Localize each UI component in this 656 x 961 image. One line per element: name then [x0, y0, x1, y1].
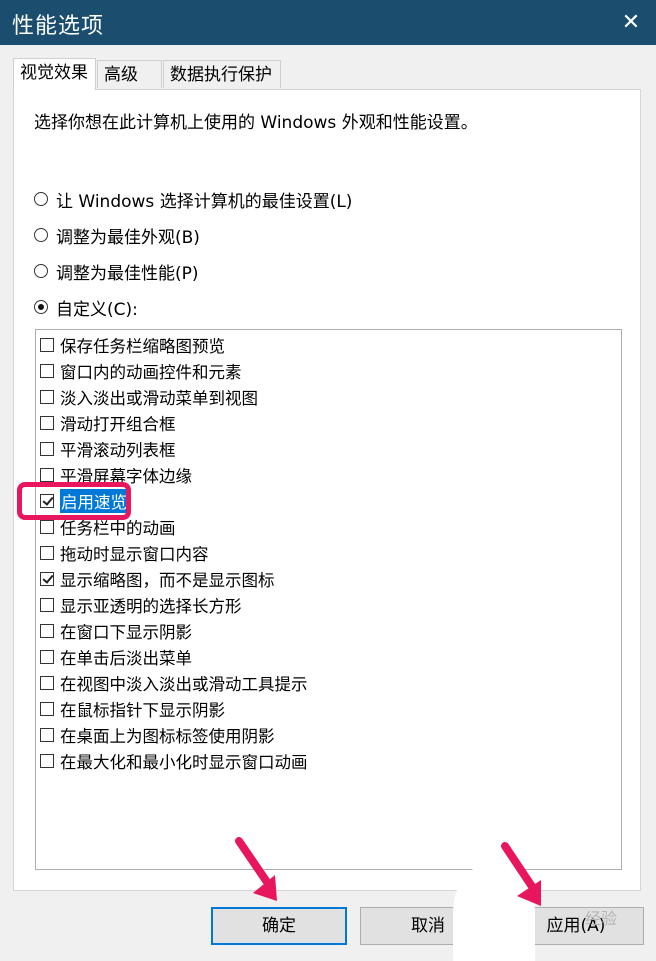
checkbox[interactable] — [40, 598, 54, 612]
tab-data-execution-prevention[interactable]: 数据执行保护 — [163, 60, 281, 88]
checkbox[interactable] — [40, 416, 54, 430]
option-label: 在视图中淡入淡出或滑动工具提示 — [60, 675, 308, 694]
list-item[interactable]: 拖动时显示窗口内容 — [40, 541, 209, 565]
checkbox[interactable] — [40, 546, 54, 560]
radio-label: 调整为最佳外观(B) — [56, 227, 200, 248]
list-item[interactable]: 平滑滚动列表框 — [40, 437, 176, 461]
checkbox[interactable] — [40, 364, 54, 378]
option-label: 显示亚透明的选择长方形 — [60, 597, 242, 616]
list-item[interactable]: 在视图中淡入淡出或滑动工具提示 — [40, 671, 308, 695]
option-label: 在鼠标指针下显示阴影 — [60, 701, 225, 720]
list-item[interactable]: 保存任务栏缩略图预览 — [40, 333, 225, 357]
list-item[interactable]: 在桌面上为图标标签使用阴影 — [40, 723, 275, 747]
watermark-text: 经验 — [585, 909, 618, 928]
list-item[interactable]: 滑动打开组合框 — [40, 411, 176, 435]
checkbox[interactable] — [40, 338, 54, 352]
option-label: 淡入淡出或滑动菜单到视图 — [60, 389, 258, 408]
radio-best-appearance[interactable]: 调整为最佳外观(B) — [34, 223, 200, 248]
list-item[interactable]: 显示缩略图，而不是显示图标 — [40, 567, 275, 591]
checkbox[interactable] — [40, 702, 54, 716]
tab-advanced[interactable]: 高级 — [97, 60, 162, 88]
checkbox[interactable] — [40, 520, 54, 534]
ok-button[interactable]: 确定 — [211, 907, 347, 945]
checkbox[interactable] — [40, 650, 54, 664]
radio-custom[interactable]: 自定义(C): — [34, 295, 138, 320]
option-label: 滑动打开组合框 — [60, 415, 176, 434]
list-item[interactable]: 在窗口下显示阴影 — [40, 619, 192, 643]
option-label: 显示缩略图，而不是显示图标 — [60, 571, 275, 590]
effects-list[interactable]: 保存任务栏缩略图预览 窗口内的动画控件和元素 淡入淡出或滑动菜单到视图 滑动打开… — [35, 329, 622, 870]
option-label: 在窗口下显示阴影 — [60, 623, 192, 642]
option-label: 保存任务栏缩略图预览 — [60, 337, 225, 356]
list-item[interactable]: 淡入淡出或滑动菜单到视图 — [40, 385, 258, 409]
checkbox[interactable] — [40, 728, 54, 742]
list-item[interactable]: 在鼠标指针下显示阴影 — [40, 697, 225, 721]
checkbox[interactable] — [40, 442, 54, 456]
list-item[interactable]: 在最大化和最小化时显示窗口动画 — [40, 749, 308, 773]
checkbox[interactable] — [40, 676, 54, 690]
radio-label: 自定义(C): — [56, 299, 138, 320]
radio-button[interactable] — [34, 264, 48, 278]
window-title: 性能选项 — [12, 14, 105, 39]
option-label: 在单击后淡出菜单 — [60, 649, 192, 668]
checkbox-checked[interactable] — [40, 572, 54, 586]
checkbox[interactable] — [40, 390, 54, 404]
checkbox[interactable] — [40, 754, 54, 768]
tab-visual-effects[interactable]: 视觉效果 — [13, 58, 96, 90]
annotation-arrow-icon — [501, 842, 541, 906]
option-label: 在最大化和最小化时显示窗口动画 — [60, 753, 308, 772]
intro-text: 选择你想在此计算机上使用的 Windows 外观和性能设置。 — [34, 113, 478, 133]
checkbox[interactable] — [40, 468, 54, 482]
option-label: 窗口内的动画控件和元素 — [60, 363, 242, 382]
checkbox[interactable] — [40, 624, 54, 638]
radio-let-windows-choose[interactable]: 让 Windows 选择计算机的最佳设置(L) — [34, 187, 353, 212]
option-label: 在桌面上为图标标签使用阴影 — [60, 727, 275, 746]
list-item[interactable]: 在单击后淡出菜单 — [40, 645, 192, 669]
annotation-arrow-icon — [235, 837, 277, 901]
list-item[interactable]: 窗口内的动画控件和元素 — [40, 359, 242, 383]
radio-label: 调整为最佳性能(P) — [56, 263, 199, 284]
annotation-highlight — [17, 482, 131, 520]
radio-button[interactable] — [34, 192, 48, 206]
radio-button[interactable] — [34, 228, 48, 242]
title-bar: 性能选项 ✕ — [0, 0, 656, 45]
option-label: 平滑滚动列表框 — [60, 441, 176, 460]
radio-best-performance[interactable]: 调整为最佳性能(P) — [34, 259, 199, 284]
option-label: 拖动时显示窗口内容 — [60, 545, 209, 564]
radio-button-selected[interactable] — [34, 300, 48, 314]
close-icon[interactable]: ✕ — [614, 6, 648, 40]
list-item[interactable]: 显示亚透明的选择长方形 — [40, 593, 242, 617]
radio-label: 让 Windows 选择计算机的最佳设置(L) — [56, 191, 353, 212]
